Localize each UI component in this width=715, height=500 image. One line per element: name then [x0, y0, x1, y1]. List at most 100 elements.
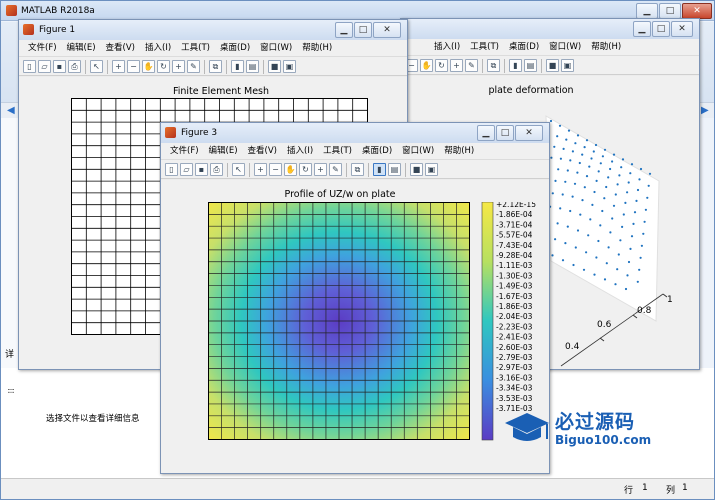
- figure2-tick-0.6: 0.6: [597, 320, 612, 330]
- figure3-menu-window[interactable]: 窗口(W): [397, 143, 439, 159]
- figure3-menu-insert[interactable]: 插入(I): [282, 143, 318, 159]
- deformation-point: [609, 167, 612, 171]
- brush-icon[interactable]: ✎: [465, 59, 478, 72]
- deformation-point: [597, 170, 600, 173]
- zoom-out-icon[interactable]: −: [269, 163, 282, 176]
- figure1-menu-desktop[interactable]: 桌面(D): [215, 40, 255, 56]
- figure2-menu-help[interactable]: 帮助(H): [586, 39, 626, 55]
- colorbar-label: -2.41E-03: [496, 333, 533, 342]
- link-icon[interactable]: ⧉: [487, 59, 500, 72]
- colorbar-label: -2.79E-03: [496, 353, 533, 362]
- brush-icon[interactable]: ✎: [329, 163, 342, 176]
- colorbar-label: -2.97E-03: [496, 363, 533, 372]
- new-figure-icon[interactable]: ▯: [165, 163, 178, 176]
- figure3-menu-desktop[interactable]: 桌面(D): [357, 143, 397, 159]
- deformation-point: [601, 155, 604, 158]
- deformation-point: [557, 168, 560, 171]
- open-file-icon[interactable]: ▱: [38, 60, 51, 73]
- colorbar-label: -2.60E-03: [496, 343, 533, 352]
- minimize-button[interactable]: ▁: [636, 3, 658, 19]
- deformation-point: [609, 231, 612, 234]
- figure2-menu-tools[interactable]: 工具(T): [465, 39, 504, 55]
- brush-icon[interactable]: ✎: [187, 60, 200, 73]
- show-tools-icon[interactable]: ▣: [425, 163, 438, 176]
- figure3-menu-file[interactable]: 文件(F): [165, 143, 204, 159]
- pointer-icon[interactable]: ↖: [232, 163, 245, 176]
- figure2-menu-window[interactable]: 窗口(W): [544, 39, 586, 55]
- figure3-minimize-button[interactable]: ▁: [477, 125, 495, 141]
- new-figure-icon[interactable]: ▯: [23, 60, 36, 73]
- figure1-menu-window[interactable]: 窗口(W): [255, 40, 297, 56]
- figure2-maximize-button[interactable]: □: [652, 21, 670, 37]
- hide-tools-icon[interactable]: ■: [410, 163, 423, 176]
- deformation-point: [605, 262, 608, 265]
- pan-icon[interactable]: ✋: [142, 60, 155, 73]
- figure1-menu-insert[interactable]: 插入(I): [140, 40, 176, 56]
- figure3-close-button[interactable]: ✕: [515, 125, 543, 141]
- figure2-close-button[interactable]: ✕: [671, 21, 693, 37]
- deformation-point: [585, 139, 589, 142]
- colorbar-icon[interactable]: ▮: [231, 60, 244, 73]
- figure1-menu-file[interactable]: 文件(F): [23, 40, 62, 56]
- figure3-menu-help[interactable]: 帮助(H): [439, 143, 479, 159]
- save-icon[interactable]: ▪: [195, 163, 208, 176]
- figure2-menu-desktop[interactable]: 桌面(D): [504, 39, 544, 55]
- link-icon[interactable]: ⧉: [209, 60, 222, 73]
- datatip-icon[interactable]: +: [172, 60, 185, 73]
- figure3-menu-edit[interactable]: 编辑(E): [204, 143, 243, 159]
- colorbar-icon[interactable]: ▮: [373, 163, 386, 176]
- legend-icon[interactable]: ▤: [246, 60, 259, 73]
- figure1-close-button[interactable]: ✕: [373, 22, 401, 38]
- figure1-maximize-button[interactable]: □: [354, 22, 372, 38]
- maximize-button[interactable]: □: [659, 3, 681, 19]
- figure3-maximize-button[interactable]: □: [496, 125, 514, 141]
- colorbar-icon[interactable]: ▮: [509, 59, 522, 72]
- hide-tools-icon[interactable]: ■: [268, 60, 281, 73]
- hide-tools-icon[interactable]: ■: [546, 59, 559, 72]
- pointer-icon[interactable]: ↖: [90, 60, 103, 73]
- deformation-point: [576, 134, 580, 137]
- open-file-icon[interactable]: ▱: [180, 163, 193, 176]
- figure1-minimize-button[interactable]: ▁: [335, 22, 353, 38]
- deformation-point: [603, 197, 606, 200]
- datatip-icon[interactable]: +: [314, 163, 327, 176]
- figure3-menu-view[interactable]: 查看(V): [243, 143, 282, 159]
- back-arrow-icon[interactable]: ◀: [7, 105, 15, 116]
- legend-icon[interactable]: ▤: [388, 163, 401, 176]
- figure2-minimize-button[interactable]: ▁: [633, 21, 651, 37]
- figure2-toolbar: − ✋ ↻ + ✎ ⧉ ▮ ▤ ■ ▣: [401, 55, 699, 75]
- figure3-menu-tools[interactable]: 工具(T): [318, 143, 357, 159]
- matlab-logo-icon: [6, 5, 17, 16]
- figure1-menu-tools[interactable]: 工具(T): [176, 40, 215, 56]
- deformation-point: [629, 172, 632, 175]
- datatip-icon[interactable]: +: [450, 59, 463, 72]
- show-tools-icon[interactable]: ▣: [561, 59, 574, 72]
- zoom-in-icon[interactable]: +: [254, 163, 267, 176]
- close-button[interactable]: ✕: [682, 3, 712, 19]
- forward-arrow-icon[interactable]: ▶: [701, 105, 709, 116]
- print-icon[interactable]: ⎙: [68, 60, 81, 73]
- deformation-point: [572, 263, 575, 267]
- print-icon[interactable]: ⎙: [210, 163, 223, 176]
- save-icon[interactable]: ▪: [53, 60, 66, 73]
- zoom-out-icon[interactable]: −: [127, 60, 140, 73]
- legend-icon[interactable]: ▤: [524, 59, 537, 72]
- figure1-menu-view[interactable]: 查看(V): [101, 40, 140, 56]
- pan-icon[interactable]: ✋: [420, 59, 433, 72]
- rotate-icon[interactable]: ↻: [299, 163, 312, 176]
- figure1-menu-help[interactable]: 帮助(H): [297, 40, 337, 56]
- rotate-icon[interactable]: ↻: [157, 60, 170, 73]
- deformation-point: [595, 179, 598, 182]
- deformation-point: [595, 256, 598, 259]
- rotate-icon[interactable]: ↻: [435, 59, 448, 72]
- figure3-window[interactable]: Figure 3 ▁ □ ✕ 文件(F) 编辑(E) 查看(V) 插入(I) 工具(T)…: [160, 122, 550, 474]
- link-icon[interactable]: ⧉: [351, 163, 364, 176]
- figure2-menu-insert[interactable]: 插入(I): [429, 39, 465, 55]
- deformation-point: [556, 222, 559, 225]
- deformation-point: [612, 153, 616, 156]
- pan-icon[interactable]: ✋: [284, 163, 297, 176]
- figure1-menu-edit[interactable]: 编辑(E): [62, 40, 101, 56]
- zoom-in-icon[interactable]: +: [112, 60, 125, 73]
- show-tools-icon[interactable]: ▣: [283, 60, 296, 73]
- row-label: 行: [624, 486, 634, 496]
